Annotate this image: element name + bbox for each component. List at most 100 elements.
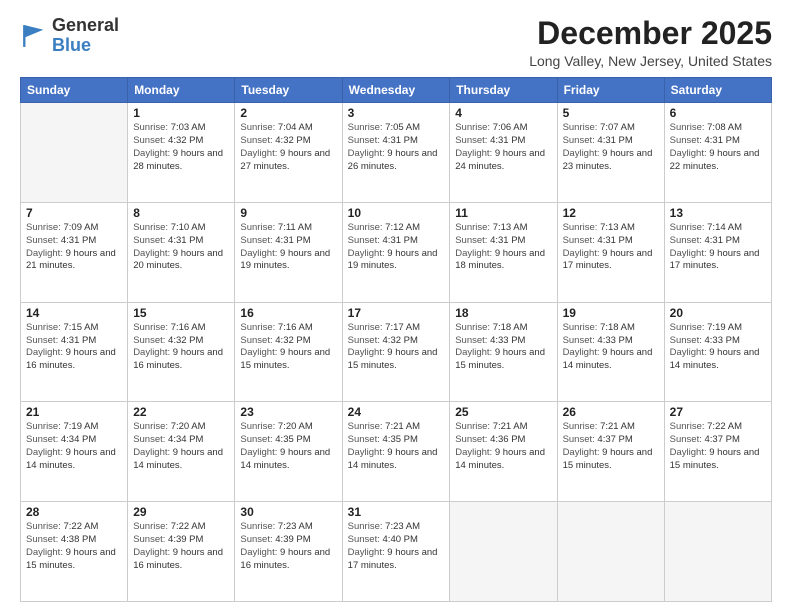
- day-number: 22: [133, 405, 229, 419]
- day-number: 18: [455, 306, 551, 320]
- day-number: 26: [563, 405, 659, 419]
- day-number: 13: [670, 206, 766, 220]
- day-info: Sunrise: 7:10 AMSunset: 4:31 PMDaylight:…: [133, 222, 229, 273]
- calendar-cell: 11 Sunrise: 7:13 AMSunset: 4:31 PMDayligh…: [450, 202, 557, 302]
- day-number: 1: [133, 106, 229, 120]
- calendar-cell: 2Sunrise: 7:04 AMSunset: 4:32 PMDaylight…: [235, 103, 342, 203]
- day-number: 25: [455, 405, 551, 419]
- day-number: 14: [26, 306, 122, 320]
- calendar-cell: 18Sunrise: 7:18 AMSunset: 4:33 PMDayligh…: [450, 302, 557, 402]
- day-number: 27: [670, 405, 766, 419]
- header-right: December 2025 Long Valley, New Jersey, U…: [529, 16, 772, 69]
- calendar-cell: 4 Sunrise: 7:06 AMSunset: 4:31 PMDaylight…: [450, 103, 557, 203]
- calendar-cell: 1 Sunrise: 7:03 AMSunset: 4:32 PMDaylight…: [128, 103, 235, 203]
- logo-blue-text: Blue: [52, 36, 119, 56]
- calendar-week-5: 28Sunrise: 7:22 AMSunset: 4:38 PMDayligh…: [21, 502, 772, 602]
- calendar-header-friday: Friday: [557, 78, 664, 103]
- day-info: Sunrise: 7:21 AMSunset: 4:36 PMDaylight:…: [455, 421, 551, 472]
- calendar-cell: 20 Sunrise: 7:19 AMSunset: 4:33 PMDayligh…: [664, 302, 771, 402]
- calendar-cell: 25 Sunrise: 7:21 AMSunset: 4:36 PMDayligh…: [450, 402, 557, 502]
- calendar-cell: 7 Sunrise: 7:09 AMSunset: 4:31 PMDaylight…: [21, 202, 128, 302]
- day-info: Sunrise: 7:11 AMSunset: 4:31 PMDaylight:…: [240, 222, 336, 273]
- page-subtitle: Long Valley, New Jersey, United States: [529, 53, 772, 69]
- calendar-week-2: 7 Sunrise: 7:09 AMSunset: 4:31 PMDaylight…: [21, 202, 772, 302]
- calendar-cell: 24 Sunrise: 7:21 AMSunset: 4:35 PMDayligh…: [342, 402, 450, 502]
- header: General Blue December 2025 Long Valley, …: [20, 16, 772, 69]
- day-info: Sunrise: 7:22 AMSunset: 4:37 PMDaylight:…: [670, 421, 766, 472]
- day-number: 19: [563, 306, 659, 320]
- day-info: Sunrise: 7:21 AMSunset: 4:35 PMDaylight:…: [348, 421, 445, 472]
- calendar-header-wednesday: Wednesday: [342, 78, 450, 103]
- day-number: 31: [348, 505, 445, 519]
- day-info: Sunrise: 7:13 AMSunset: 4:31 PMDaylight:…: [563, 222, 659, 273]
- calendar-week-1: 1 Sunrise: 7:03 AMSunset: 4:32 PMDaylight…: [21, 103, 772, 203]
- day-number: 21: [26, 405, 122, 419]
- calendar-cell: 22 Sunrise: 7:20 AMSunset: 4:34 PMDayligh…: [128, 402, 235, 502]
- day-info: Sunrise: 7:17 AMSunset: 4:32 PMDaylight:…: [348, 322, 445, 373]
- day-info: Sunrise: 7:20 AMSunset: 4:35 PMDaylight:…: [240, 421, 336, 472]
- calendar-cell: 15 Sunrise: 7:16 AMSunset: 4:32 PMDayligh…: [128, 302, 235, 402]
- day-info: Sunrise: 7:16 AMSunset: 4:32 PMDaylight:…: [240, 322, 336, 373]
- day-number: 3: [348, 106, 445, 120]
- day-info: Sunrise: 7:07 AMSunset: 4:31 PMDaylight:…: [563, 122, 659, 173]
- day-info: Sunrise: 7:06 AMSunset: 4:31 PMDaylight:…: [455, 122, 551, 173]
- logo: General Blue: [20, 16, 119, 56]
- calendar-cell: 6 Sunrise: 7:08 AMSunset: 4:31 PMDaylight…: [664, 103, 771, 203]
- day-number: 7: [26, 206, 122, 220]
- day-number: 9: [240, 206, 336, 220]
- day-info: Sunrise: 7:18 AMSunset: 4:33 PMDaylight:…: [563, 322, 659, 373]
- calendar-cell: 3 Sunrise: 7:05 AMSunset: 4:31 PMDaylight…: [342, 103, 450, 203]
- day-info: Sunrise: 7:14 AMSunset: 4:31 PMDaylight:…: [670, 222, 766, 273]
- day-info: Sunrise: 7:22 AMSunset: 4:39 PMDaylight:…: [133, 521, 229, 572]
- calendar-cell: 9 Sunrise: 7:11 AMSunset: 4:31 PMDaylight…: [235, 202, 342, 302]
- day-number: 28: [26, 505, 122, 519]
- calendar-cell: 12 Sunrise: 7:13 AMSunset: 4:31 PMDayligh…: [557, 202, 664, 302]
- page: General Blue December 2025 Long Valley, …: [0, 0, 792, 612]
- calendar-cell: 17Sunrise: 7:17 AMSunset: 4:32 PMDayligh…: [342, 302, 450, 402]
- calendar-cell: 10 Sunrise: 7:12 AMSunset: 4:31 PMDayligh…: [342, 202, 450, 302]
- day-number: 20: [670, 306, 766, 320]
- page-title: December 2025: [529, 16, 772, 51]
- day-info: Sunrise: 7:16 AMSunset: 4:32 PMDaylight:…: [133, 322, 229, 373]
- day-number: 10: [348, 206, 445, 220]
- logo-text: General Blue: [52, 16, 119, 56]
- calendar-cell: 27 Sunrise: 7:22 AMSunset: 4:37 PMDayligh…: [664, 402, 771, 502]
- calendar-header-thursday: Thursday: [450, 78, 557, 103]
- day-number: 8: [133, 206, 229, 220]
- calendar-header-saturday: Saturday: [664, 78, 771, 103]
- day-number: 12: [563, 206, 659, 220]
- calendar-cell: 19 Sunrise: 7:18 AMSunset: 4:33 PMDayligh…: [557, 302, 664, 402]
- day-number: 5: [563, 106, 659, 120]
- day-number: 16: [240, 306, 336, 320]
- day-info: Sunrise: 7:23 AMSunset: 4:40 PMDaylight:…: [348, 521, 445, 572]
- day-info: Sunrise: 7:19 AMSunset: 4:34 PMDaylight:…: [26, 421, 122, 472]
- day-info: Sunrise: 7:21 AMSunset: 4:37 PMDaylight:…: [563, 421, 659, 472]
- day-number: 4: [455, 106, 551, 120]
- calendar-cell: [450, 502, 557, 602]
- day-info: Sunrise: 7:15 AMSunset: 4:31 PMDaylight:…: [26, 322, 122, 373]
- day-number: 6: [670, 106, 766, 120]
- calendar-cell: 5 Sunrise: 7:07 AMSunset: 4:31 PMDaylight…: [557, 103, 664, 203]
- day-info: Sunrise: 7:03 AMSunset: 4:32 PMDaylight:…: [133, 122, 229, 173]
- day-info: Sunrise: 7:09 AMSunset: 4:31 PMDaylight:…: [26, 222, 122, 273]
- day-number: 24: [348, 405, 445, 419]
- calendar-cell: 23Sunrise: 7:20 AMSunset: 4:35 PMDayligh…: [235, 402, 342, 502]
- calendar-cell: [557, 502, 664, 602]
- day-info: Sunrise: 7:13 AMSunset: 4:31 PMDaylight:…: [455, 222, 551, 273]
- calendar-cell: 8 Sunrise: 7:10 AMSunset: 4:31 PMDaylight…: [128, 202, 235, 302]
- day-info: Sunrise: 7:20 AMSunset: 4:34 PMDaylight:…: [133, 421, 229, 472]
- calendar-cell: [664, 502, 771, 602]
- calendar-cell: 28Sunrise: 7:22 AMSunset: 4:38 PMDayligh…: [21, 502, 128, 602]
- day-number: 11: [455, 206, 551, 220]
- day-number: 15: [133, 306, 229, 320]
- day-info: Sunrise: 7:08 AMSunset: 4:31 PMDaylight:…: [670, 122, 766, 173]
- day-number: 2: [240, 106, 336, 120]
- calendar-week-4: 21 Sunrise: 7:19 AMSunset: 4:34 PMDayligh…: [21, 402, 772, 502]
- calendar-header-row: SundayMondayTuesdayWednesdayThursdayFrid…: [21, 78, 772, 103]
- day-info: Sunrise: 7:12 AMSunset: 4:31 PMDaylight:…: [348, 222, 445, 273]
- calendar-cell: 21 Sunrise: 7:19 AMSunset: 4:34 PMDayligh…: [21, 402, 128, 502]
- day-info: Sunrise: 7:05 AMSunset: 4:31 PMDaylight:…: [348, 122, 445, 173]
- calendar-header-monday: Monday: [128, 78, 235, 103]
- calendar-header-tuesday: Tuesday: [235, 78, 342, 103]
- day-info: Sunrise: 7:19 AMSunset: 4:33 PMDaylight:…: [670, 322, 766, 373]
